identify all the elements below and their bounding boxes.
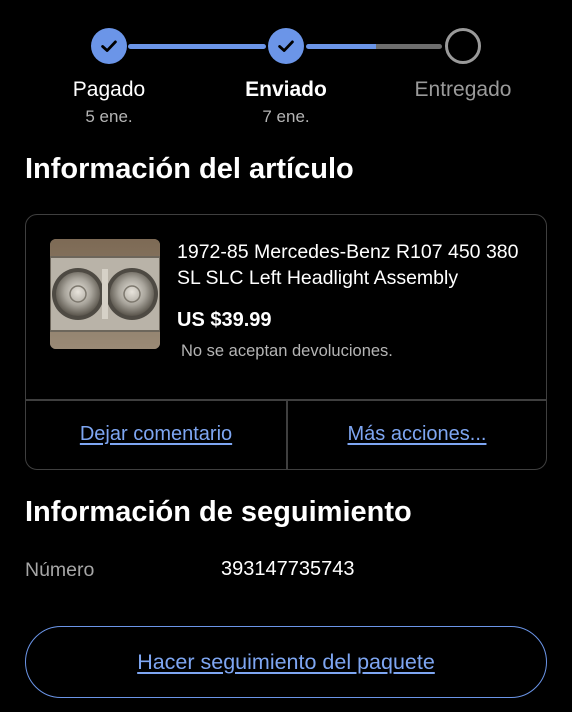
step-paid-date: 5 ene. (85, 107, 133, 126)
leave-feedback-link[interactable]: Dejar comentario (26, 400, 286, 469)
item-info-heading: Información del artículo (25, 153, 354, 185)
order-details-page: Pagado 5 ene. Enviado 7 ene. Entregado I… (0, 0, 572, 712)
item-thumbnail[interactable] (50, 239, 160, 349)
step-paid-label: Pagado (72, 78, 146, 101)
order-progress-tracker: Pagado 5 ene. Enviado 7 ene. Entregado (0, 0, 572, 140)
item-returns-policy: No se aceptan devoluciones. (181, 342, 393, 360)
step-shipped-label: Enviado (245, 78, 327, 101)
progress-line-shipped-partial (306, 44, 376, 49)
tracking-info-heading: Información de seguimiento (25, 496, 412, 528)
progress-line-paid-shipped (128, 44, 266, 49)
tracking-number-value: 393147735743 (221, 558, 355, 580)
step-shipped-check-icon (268, 28, 304, 64)
track-package-button[interactable]: Hacer seguimiento del paquete (25, 626, 547, 698)
step-shipped-date: 7 ene. (262, 107, 310, 126)
headlight-photo-icon (50, 239, 160, 349)
tracking-number-label: Número (25, 559, 95, 581)
item-card: 1972-85 Mercedes-Benz R107 450 380 SL SL… (25, 214, 547, 470)
progress-line-pending (376, 44, 442, 49)
step-delivered-label: Entregado (414, 78, 512, 101)
item-price: US $39.99 (177, 309, 272, 331)
more-actions-link[interactable]: Más acciones... (287, 400, 547, 469)
item-title[interactable]: 1972-85 Mercedes-Benz R107 450 380 SL SL… (177, 239, 529, 291)
step-paid-check-icon (91, 28, 127, 64)
step-delivered-empty-circle-icon (445, 28, 481, 64)
